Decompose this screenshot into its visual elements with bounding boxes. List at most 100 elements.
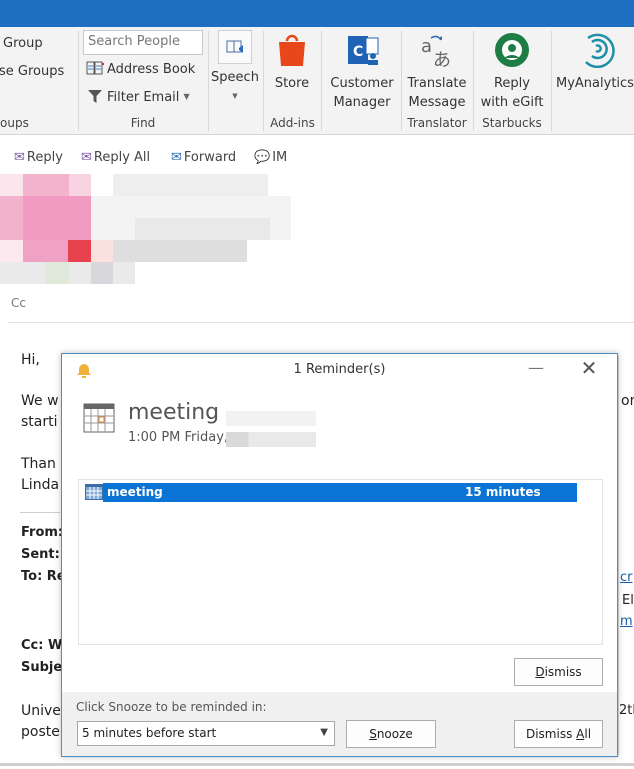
customer-manager-button[interactable]: C Customer Manager — [324, 32, 400, 112]
redacted-location — [226, 411, 316, 426]
snooze-prompt: Click Snooze to be reminded in: — [76, 700, 267, 714]
body-greeting: Hi, — [21, 352, 40, 368]
myanalytics-icon — [585, 33, 615, 68]
cc-label: Cc — [11, 296, 26, 310]
address-book-label: Address Book — [107, 62, 196, 77]
quoted-to-link-1[interactable]: cr — [620, 570, 633, 585]
quoted-subject-label: Subje — [21, 660, 63, 675]
dismiss-button[interactable]: Dismiss — [514, 658, 603, 686]
customer-manager-icon: C — [348, 36, 379, 65]
store-button[interactable]: Store — [266, 32, 318, 93]
dismiss-all-label-end: ll — [584, 727, 592, 741]
reminder-list: meeting 15 minutes — [78, 479, 603, 645]
ribbon-separator — [208, 31, 209, 131]
body-line-2: starti — [21, 414, 58, 430]
appointment-icon — [85, 484, 103, 500]
translate-label-1: Translate — [407, 76, 467, 91]
starbucks-logo-icon — [495, 33, 529, 67]
forward-label: Forward — [183, 150, 237, 165]
dropdown-arrow-icon: ▼ — [320, 727, 328, 738]
status-divider — [0, 763, 634, 766]
search-people-input[interactable]: Search People — [83, 30, 203, 55]
address-book-icon — [86, 61, 104, 75]
ribbon-separator — [551, 31, 552, 131]
myanalytics-label: MyAnalytics — [556, 76, 634, 91]
forward-icon: ✉ — [171, 150, 182, 165]
quoted-sent-label: Sent: — [21, 547, 60, 562]
snooze-button[interactable]: Snooze — [346, 720, 436, 748]
new-group-button[interactable]: Group — [3, 36, 43, 51]
reminder-dialog: 1 Reminder(s) — ✕ meeting 1:00 PM Friday… — [61, 353, 618, 757]
snooze-mnemonic: S — [369, 727, 377, 741]
store-label: Store — [274, 76, 310, 91]
body-para-end: 2th — [619, 703, 634, 718]
list-item-due-in: 15 minutes — [465, 485, 541, 499]
snooze-footer: Click Snooze to be reminded in: 5 minute… — [62, 692, 617, 756]
translate-label-2: Message — [408, 95, 466, 110]
body-signature: Linda — [21, 477, 60, 493]
dismiss-label: ismiss — [544, 665, 582, 679]
speech-label: Speech — [211, 70, 259, 85]
snooze-label-rest: nooze — [376, 727, 413, 741]
reminder-time: 1:00 PM Friday, — [128, 430, 229, 445]
filter-email-label: Filter Email — [107, 90, 180, 105]
translate-message-button[interactable]: a あ Translate Message — [404, 32, 470, 112]
filter-icon — [88, 90, 102, 103]
body-para-1: Unive — [21, 703, 61, 719]
snooze-time-select[interactable]: 5 minutes before start ▼ — [77, 721, 335, 746]
pane-border — [618, 355, 619, 755]
reminder-list-item[interactable]: meeting 15 minutes — [85, 483, 577, 502]
customer-manager-label-1: Customer — [330, 76, 394, 91]
im-button[interactable]: 💬 IM — [254, 150, 287, 165]
chevron-down-icon: ▼ — [183, 92, 190, 101]
list-item-subject: meeting — [107, 485, 163, 499]
quoted-from-label: From: — [21, 525, 64, 540]
reminder-subject: meeting — [128, 400, 220, 425]
svg-text:C: C — [353, 44, 363, 60]
close-button[interactable]: ✕ — [576, 356, 602, 380]
body-para-2: poste — [21, 724, 60, 740]
svg-text:a: a — [421, 36, 432, 57]
svg-text:あ: あ — [433, 50, 451, 68]
body-line-1-end: on — [621, 393, 634, 409]
reply-all-label: Reply All — [93, 150, 151, 165]
ribbon: Group se Groups oups Find Search People … — [0, 27, 634, 135]
group-label-find: Find — [130, 116, 156, 130]
quoted-cc-label: Cc: W — [21, 638, 63, 653]
reply-with-egift-button[interactable]: Reply with eGift — [476, 32, 548, 112]
translate-icon: a あ — [421, 35, 451, 68]
redacted-date — [226, 432, 316, 447]
speech-icon — [218, 30, 252, 64]
minimize-button[interactable]: — — [524, 358, 548, 380]
dismiss-all-label-start: Dismiss — [525, 727, 577, 741]
title-bar — [0, 0, 634, 27]
filter-email-button[interactable]: Filter Email ▼ — [87, 88, 190, 105]
speech-button[interactable]: Speech ▼ — [210, 30, 260, 106]
address-book-button[interactable]: Address Book — [86, 61, 195, 77]
reply-all-button[interactable]: ✉ Reply All — [81, 150, 150, 165]
dismiss-mnemonic: D — [535, 665, 545, 679]
quoted-divider — [20, 512, 60, 513]
browse-groups-button[interactable]: se Groups — [0, 64, 64, 79]
body-line-1: We w — [21, 393, 59, 409]
quoted-to-label: To: Re — [21, 569, 66, 584]
to-text: To: Re — [21, 569, 66, 584]
reply-egift-label-1: Reply — [493, 76, 530, 91]
reply-button[interactable]: ✉ Reply — [14, 150, 63, 165]
dismiss-all-button[interactable]: Dismiss All — [514, 720, 603, 748]
ribbon-separator — [321, 31, 322, 131]
calendar-icon — [83, 403, 115, 433]
im-label: IM — [272, 150, 288, 165]
reply-egift-label-2: with eGift — [480, 95, 544, 110]
group-label-groups: oups — [0, 116, 29, 130]
chevron-down-icon: ▼ — [232, 92, 238, 100]
myanalytics-button[interactable]: MyAnalytics — [556, 32, 634, 93]
group-label-add-ins: Add-ins — [270, 116, 315, 130]
quoted-to-link-2[interactable]: m — [620, 614, 633, 629]
forward-button[interactable]: ✉ Forward — [171, 150, 236, 165]
store-icon — [279, 34, 305, 66]
im-icon: 💬 — [254, 150, 271, 165]
reply-label: Reply — [26, 150, 63, 165]
header-divider — [8, 322, 634, 323]
reply-all-icon: ✉ — [81, 150, 92, 165]
